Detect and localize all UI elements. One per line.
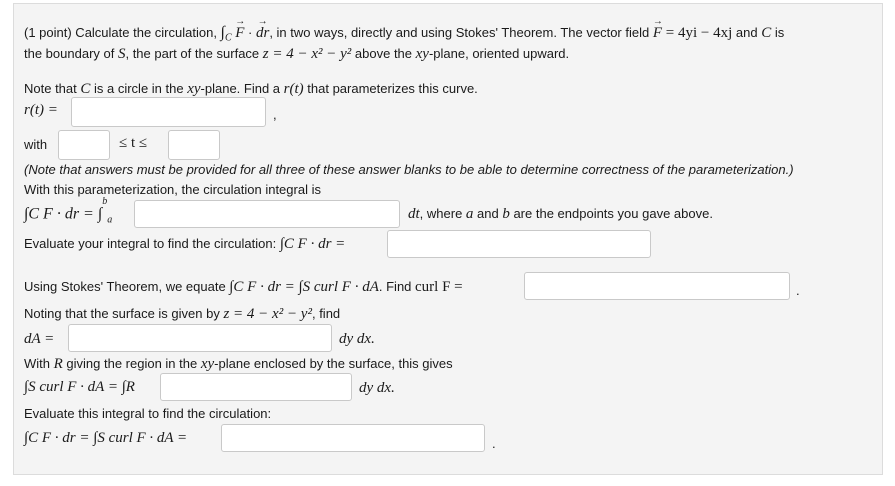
param-text: With this parameterization, the circulat… — [24, 182, 321, 197]
integrand-input[interactable] — [134, 200, 400, 228]
circulation-input-2[interactable] — [221, 424, 485, 452]
noting-line: Noting that the surface is given by z = … — [24, 306, 340, 323]
curl-period: . — [796, 283, 800, 298]
curl-eq-label: curl F = — [415, 279, 463, 295]
note-end: that parameterizes this curve. — [303, 81, 478, 96]
final-period: . — [492, 436, 496, 451]
intro-mid: , in two ways, directly and using Stokes… — [269, 25, 653, 40]
evaluate-text: Evaluate your integral to find the circu… — [24, 236, 280, 251]
dt-post-pre: , where — [419, 206, 466, 221]
stokes-line: Using Stokes' Theorem, we equate ∫C F · … — [24, 279, 463, 296]
rt-label: r(t) = — [24, 102, 58, 118]
curve-C: C — [761, 25, 772, 41]
note-xy: xy — [187, 81, 201, 97]
line2-pre: the boundary of — [24, 46, 118, 61]
intro-line-1: (1 point) Calculate the circulation, ∫C … — [24, 16, 785, 44]
with-R-mid: giving the region in the — [62, 356, 201, 371]
dt-post-end: are the endpoints you gave above. — [509, 206, 713, 221]
dt-text-line: dt, where a and b are the endpoints you … — [408, 206, 713, 223]
vector-F-2: F — [653, 16, 662, 42]
t-inequality: ≤ t ≤ — [119, 135, 148, 151]
noting-post: , find — [311, 306, 341, 321]
intro-and: and — [732, 25, 762, 40]
intro-line-2: the boundary of S, the part of the surfa… — [24, 46, 569, 63]
with-R-post: -plane enclosed by the surface, this giv… — [214, 356, 453, 371]
field-eq: = 4yi − 4xj — [662, 25, 733, 41]
dA-input[interactable] — [68, 324, 332, 352]
int-lhs: ∫C F · dr = ∫ba — [24, 196, 113, 226]
curl-input[interactable] — [524, 272, 790, 300]
line2-end: -plane, oriented upward. — [428, 46, 570, 61]
t-lower-input[interactable] — [58, 130, 110, 160]
note-line: Note that C is a circle in the xy-plane.… — [24, 81, 478, 98]
intro-text: (1 point) Calculate the circulation, — [24, 25, 221, 40]
note-rt: r(t) — [283, 81, 304, 97]
dA-dydx: dy dx. — [339, 331, 375, 347]
line2-post: above the — [351, 46, 416, 61]
integral-sub: C — [224, 32, 232, 44]
line2-mid: , the part of the surface — [125, 46, 263, 61]
surface-integrand-input[interactable] — [160, 373, 352, 401]
int-lower-a: a — [107, 214, 113, 226]
circulation-input-1[interactable] — [387, 230, 651, 258]
dt-and: and — [473, 206, 503, 221]
dt-text: dt — [408, 206, 420, 222]
vector-F: F — [235, 16, 244, 42]
surface-eq: z = 4 − x² − y² — [262, 46, 352, 62]
noting-pre: Noting that the surface is given by — [24, 306, 224, 321]
dot: · — [244, 25, 256, 40]
intro-is: is — [771, 25, 785, 40]
rt-input[interactable] — [71, 97, 266, 127]
endpoint-b: b — [502, 206, 510, 222]
note-mid: is a circle in the — [90, 81, 188, 96]
problem-panel: (1 point) Calculate the circulation, ∫C … — [13, 3, 883, 475]
evaluate-int: ∫C F · dr = — [279, 236, 346, 252]
vector-dr: dr — [256, 16, 270, 42]
evaluate2-text: Evaluate this integral to find the circu… — [24, 406, 272, 421]
with-R-line: With R giving the region in the xy-plane… — [24, 356, 453, 373]
note-post: -plane. Find a — [200, 81, 284, 96]
stokes-find: . Find — [378, 279, 416, 294]
xy-label: xy — [415, 46, 429, 62]
warning-note: (Note that answers must be provided for … — [24, 162, 794, 177]
with-R-pre: With — [24, 356, 54, 371]
final-int: ∫C F · dr = ∫S curl F · dA = — [24, 430, 188, 446]
rt-comma: , — [273, 107, 277, 122]
dA-label: dA = — [24, 331, 55, 347]
with-label: with — [24, 137, 48, 152]
region-R: R — [53, 356, 63, 372]
surf-dydx: dy dx. — [359, 380, 395, 396]
with-R-xy: xy — [200, 356, 215, 372]
t-upper-input[interactable] — [168, 130, 220, 160]
stokes-eq: ∫C F · dr = ∫S curl F · dA — [229, 279, 379, 295]
stokes-pre: Using Stokes' Theorem, we equate — [24, 279, 230, 294]
evaluate-line: Evaluate your integral to find the circu… — [24, 236, 345, 253]
note-C: C — [80, 81, 91, 97]
surf-int: ∫S curl F · dA = ∫R — [24, 379, 135, 395]
note-pre: Note that — [24, 81, 81, 96]
int-upper-b: b — [102, 196, 108, 207]
noting-eq: z = 4 − x² − y² — [223, 306, 312, 322]
int-lhs-text: ∫C F · dr = ∫ — [24, 205, 103, 223]
